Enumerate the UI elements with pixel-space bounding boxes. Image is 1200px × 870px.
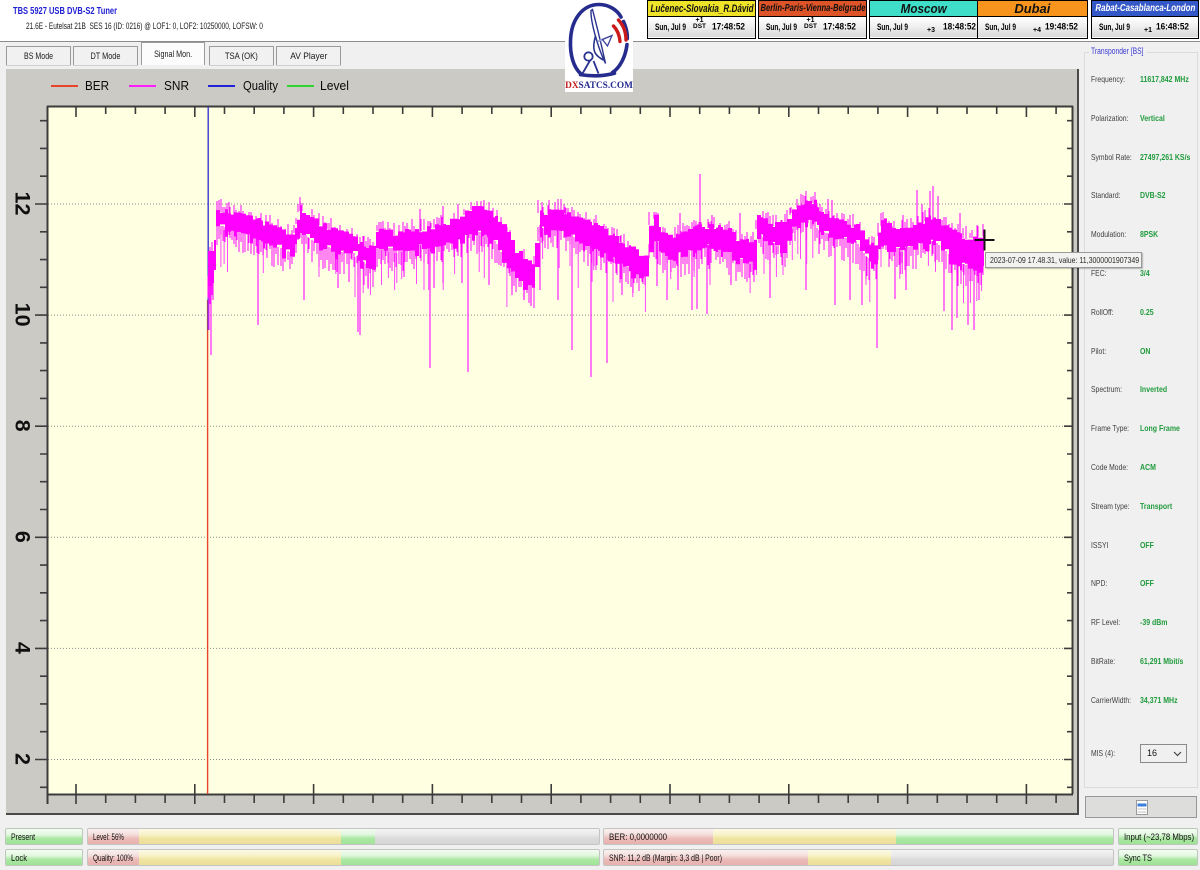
- svg-text:DXSATCS.COM: DXSATCS.COM: [565, 81, 633, 91]
